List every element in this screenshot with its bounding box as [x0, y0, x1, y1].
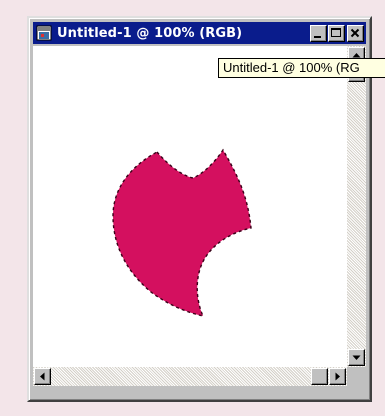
window-title: Untitled-1 @ 100% (RGB): [57, 25, 243, 41]
title-tooltip: Untitled-1 @ 100% (RG: [218, 58, 385, 78]
window-controls: [309, 24, 364, 42]
arrow-down-icon: [352, 355, 361, 360]
scroll-thumb-horizontal[interactable]: [311, 368, 328, 385]
window-bottom-border: [33, 386, 366, 396]
close-icon: [350, 28, 360, 37]
maximize-button[interactable]: [328, 24, 345, 42]
arrow-right-icon: [335, 372, 340, 381]
title-bar[interactable]: Untitled-1 @ 100% (RGB): [33, 22, 366, 44]
scroll-down-button[interactable]: [348, 349, 365, 366]
scrollbar-corner: [347, 367, 366, 386]
scroll-right-button[interactable]: [329, 368, 346, 385]
minimize-button[interactable]: [310, 24, 327, 42]
image-canvas[interactable]: [33, 46, 347, 367]
scroll-left-button[interactable]: [34, 368, 51, 385]
vertical-scrollbar[interactable]: [347, 46, 366, 367]
horizontal-scrollbar[interactable]: [33, 367, 347, 386]
minimize-icon: [314, 35, 321, 38]
selected-shape: [112, 148, 252, 317]
close-button[interactable]: [347, 24, 364, 42]
document-icon: [36, 25, 52, 41]
maximize-icon: [331, 27, 341, 37]
arrow-left-icon: [40, 372, 45, 381]
